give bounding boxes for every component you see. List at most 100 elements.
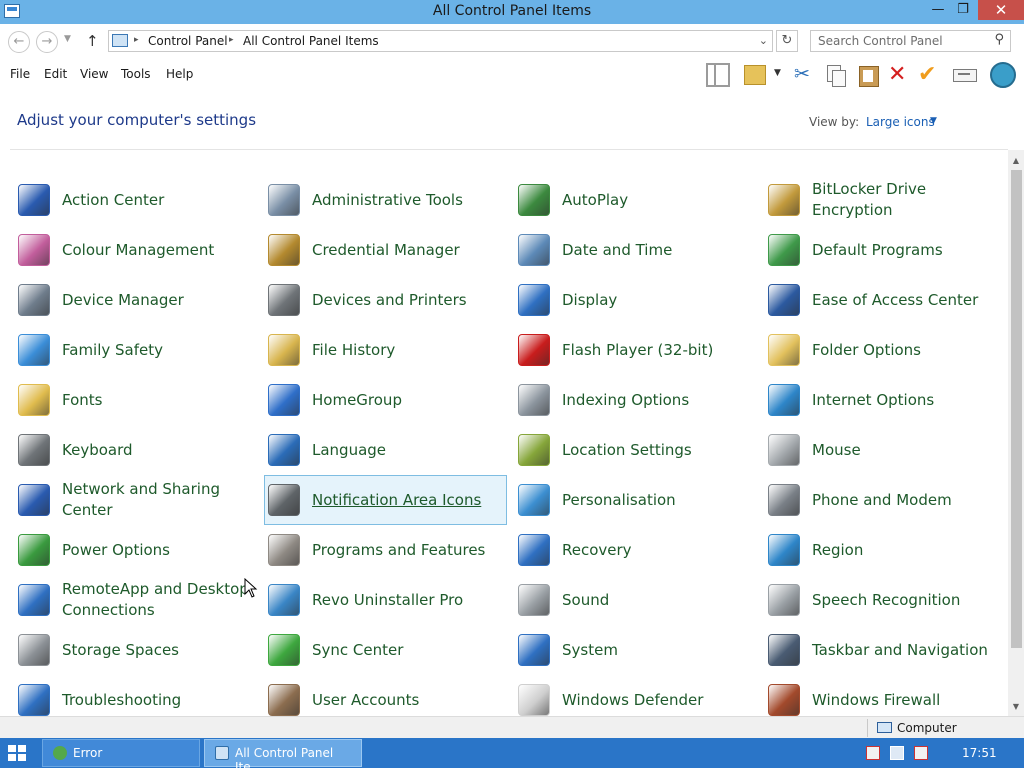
control-panel-item[interactable]: BitLocker Drive Encryption (765, 176, 1008, 224)
control-panel-item[interactable]: Region (765, 526, 1008, 574)
control-panel-item[interactable]: Troubleshooting (15, 676, 258, 716)
control-panel-item[interactable]: Indexing Options (515, 376, 758, 424)
control-panel-item[interactable]: Network and Sharing Center (15, 476, 258, 524)
control-panel-item[interactable]: Programs and Features (265, 526, 508, 574)
rename-icon[interactable] (952, 63, 977, 87)
forward-button[interactable]: → (36, 31, 58, 53)
control-panel-item[interactable]: File History (265, 326, 508, 374)
control-panel-item[interactable]: Devices and Printers (265, 276, 508, 324)
control-panel-item[interactable]: Administrative Tools (265, 176, 508, 224)
menu-tools[interactable]: Tools (121, 67, 151, 81)
control-panel-item[interactable]: Windows Firewall (765, 676, 1008, 716)
properties-icon[interactable]: ✔ (918, 63, 942, 87)
control-panel-item[interactable]: Internet Options (765, 376, 1008, 424)
control-panel-item-label: Windows Firewall (812, 690, 941, 709)
control-panel-item[interactable]: Sound (515, 576, 758, 624)
control-panel-item[interactable]: Windows Defender (515, 676, 758, 716)
address-dropdown-icon[interactable]: ⌄ (759, 34, 768, 47)
menu-edit[interactable]: Edit (44, 67, 67, 81)
close-button[interactable]: ✕ (978, 0, 1024, 20)
menu-view[interactable]: View (80, 67, 108, 81)
control-panel-item[interactable]: Language (265, 426, 508, 474)
recent-locations-button[interactable]: ▼ (64, 34, 71, 44)
title-bar[interactable]: All Control Panel Items — ❐ ✕ (0, 0, 1024, 24)
control-panel-item[interactable]: RemoteApp and Desktop Connections (15, 576, 258, 624)
control-panel-item[interactable]: Device Manager (15, 276, 258, 324)
control-panel-item[interactable]: Recovery (515, 526, 758, 574)
control-panel-item[interactable]: User Accounts (265, 676, 508, 716)
scroll-thumb[interactable] (1011, 170, 1022, 648)
personalisation-icon (518, 484, 550, 516)
control-panel-item[interactable]: Fonts (15, 376, 258, 424)
control-panel-item-label: Windows Defender (562, 690, 704, 709)
control-panel-item[interactable]: HomeGroup (265, 376, 508, 424)
control-panel-item[interactable]: Taskbar and Navigation (765, 626, 1008, 674)
control-panel-item[interactable]: System (515, 626, 758, 674)
back-button[interactable]: ← (8, 31, 30, 53)
search-input[interactable] (811, 31, 987, 51)
control-panel-item[interactable]: Keyboard (15, 426, 258, 474)
action-center-tray-icon[interactable] (866, 746, 880, 760)
control-panel-item[interactable]: Colour Management (15, 226, 258, 274)
taskbar-item-error[interactable]: Error (42, 739, 200, 767)
control-panel-item[interactable]: Revo Uninstaller Pro (265, 576, 508, 624)
menu-help[interactable]: Help (166, 67, 193, 81)
restore-button[interactable]: ❐ (948, 0, 978, 20)
control-panel-item[interactable]: Ease of Access Center (765, 276, 1008, 324)
control-panel-item[interactable]: Notification Area Icons (264, 475, 507, 525)
control-panel-item[interactable]: Folder Options (765, 326, 1008, 374)
view-by-dropdown[interactable]: Large icons (866, 115, 935, 129)
refresh-button[interactable]: ↻ (776, 30, 798, 52)
control-panel-window: All Control Panel Items — ❐ ✕ ← → ▼ ↑ ▸ … (0, 0, 1024, 768)
chevron-right-icon[interactable]: ▸ (134, 35, 139, 45)
chevron-down-icon[interactable]: ▼ (930, 116, 937, 126)
control-panel-item[interactable]: Mouse (765, 426, 1008, 474)
control-panel-item[interactable]: Power Options (15, 526, 258, 574)
scroll-up-icon[interactable]: ▲ (1008, 154, 1024, 168)
control-panel-item-label: Internet Options (812, 390, 935, 409)
flag-icon (18, 184, 50, 216)
control-panel-item[interactable]: Action Center (15, 176, 258, 224)
up-button[interactable]: ↑ (86, 32, 99, 50)
flash-icon (518, 334, 550, 366)
menu-file[interactable]: File (10, 67, 30, 81)
start-button[interactable] (8, 745, 26, 762)
address-bar[interactable]: ▸ Control Panel ▸ All Control Panel Item… (108, 30, 773, 52)
control-panel-item-label: AutoPlay (562, 190, 629, 209)
control-panel-item[interactable]: Display (515, 276, 758, 324)
page-title: Adjust your computer's settings (17, 111, 257, 129)
delete-icon[interactable]: ✕ (888, 63, 912, 87)
control-panel-item[interactable]: Date and Time (515, 226, 758, 274)
clock[interactable]: 17:51 (962, 746, 997, 760)
control-panel-item[interactable]: Location Settings (515, 426, 758, 474)
copy-icon[interactable] (824, 63, 848, 87)
cut-icon[interactable]: ✂ (794, 63, 818, 87)
layout-pane-icon[interactable] (706, 63, 730, 87)
control-panel-item[interactable]: Speech Recognition (765, 576, 1008, 624)
control-panel-item[interactable]: Storage Spaces (15, 626, 258, 674)
remoteapp-icon (18, 584, 50, 616)
control-panel-item[interactable]: Flash Player (32-bit) (515, 326, 758, 374)
breadcrumb-control-panel[interactable]: Control Panel (148, 34, 228, 48)
volume-muted-tray-icon[interactable] (914, 746, 928, 760)
control-panel-item[interactable]: Family Safety (15, 326, 258, 374)
scroll-down-icon[interactable]: ▼ (1008, 700, 1024, 714)
chevron-right-icon[interactable]: ▸ (229, 35, 234, 45)
search-icon[interactable]: ⚲ (994, 32, 1004, 47)
chevron-down-icon[interactable]: ▼ (774, 68, 784, 92)
control-panel-item[interactable]: Credential Manager (265, 226, 508, 274)
control-panel-item[interactable]: Phone and Modem (765, 476, 1008, 524)
breadcrumb-all-items[interactable]: All Control Panel Items (243, 34, 379, 48)
folder-view-icon[interactable] (744, 65, 766, 85)
control-panel-item[interactable]: Sync Center (265, 626, 508, 674)
vertical-scrollbar[interactable]: ▲ ▼ (1008, 150, 1024, 716)
control-panel-item-label: Folder Options (812, 340, 921, 359)
control-panel-item[interactable]: Default Programs (765, 226, 1008, 274)
control-panel-item[interactable]: Personalisation (515, 476, 758, 524)
search-box[interactable]: ⚲ (810, 30, 1011, 52)
network-tray-icon[interactable] (890, 746, 904, 760)
paste-icon[interactable] (856, 63, 880, 87)
taskbar-item-control-panel[interactable]: All Control Panel Ite... (204, 739, 362, 768)
control-panel-item[interactable]: AutoPlay (515, 176, 758, 224)
globe-icon[interactable] (990, 62, 1016, 88)
